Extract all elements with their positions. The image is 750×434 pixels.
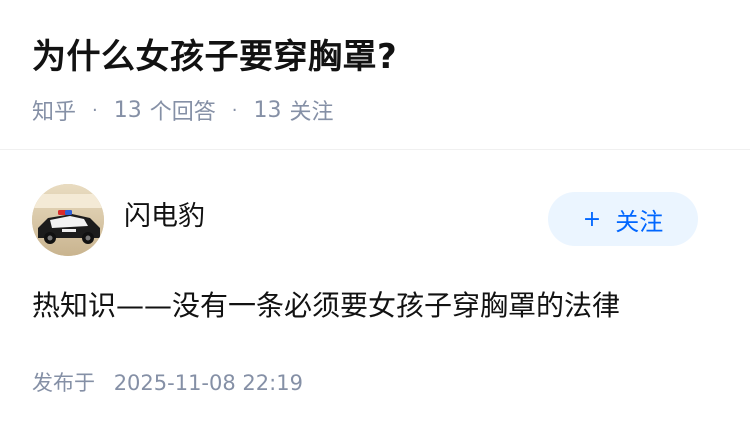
answer-count-label[interactable]: 个回答 — [150, 94, 216, 126]
author-name[interactable]: 闪电豹 — [124, 198, 205, 236]
question-header: 为什么女孩子要穿胸罩? 知乎 · 13 个回答 · 13 关注 — [0, 0, 750, 150]
source-label[interactable]: 知乎 — [32, 94, 76, 126]
follow-count: 13 — [253, 97, 282, 123]
answer-count: 13 — [113, 97, 142, 123]
follow-button[interactable]: + 关注 — [548, 192, 698, 246]
avatar[interactable] — [32, 184, 104, 256]
question-title[interactable]: 为什么女孩子要穿胸罩? — [32, 34, 397, 80]
police-car-avatar-icon — [32, 184, 104, 256]
plus-icon: + — [582, 206, 602, 232]
publish-time: 2025-11-08 22:19 — [113, 371, 303, 395]
publish-label: 发布于 — [32, 371, 95, 395]
question-meta: 知乎 · 13 个回答 · 13 关注 — [32, 94, 334, 126]
answer-text[interactable]: 热知识——没有一条必须要女孩子穿胸罩的法律 — [32, 286, 620, 326]
publish-info: 发布于 2025-11-08 22:19 — [32, 366, 303, 400]
follow-count-label: 关注 — [289, 100, 334, 125]
answer-card: 闪电豹 + 关注 热知识——没有一条必须要女孩子穿胸罩的法律 发布于 2025-… — [0, 150, 750, 434]
follow-button-label: 关注 — [615, 207, 664, 236]
separator-dot: · — [92, 99, 98, 121]
separator-dot: · — [231, 99, 238, 121]
